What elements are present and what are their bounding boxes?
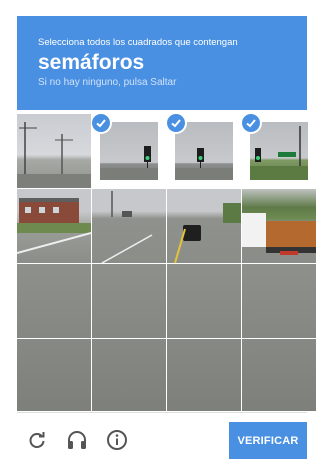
grid-tile[interactable] [242, 189, 316, 263]
grid-tile[interactable] [17, 114, 91, 188]
challenge-instruction: Selecciona todos los cuadrados que conte… [38, 37, 238, 48]
grid-tile[interactable] [242, 339, 316, 411]
grid-tile[interactable] [92, 114, 166, 188]
image-grid [17, 114, 317, 411]
footer-divider [17, 412, 307, 413]
grid-tile[interactable] [167, 189, 241, 263]
verify-button[interactable]: VERIFICAR [229, 422, 307, 459]
grid-tile[interactable] [242, 114, 316, 188]
grid-tile[interactable] [92, 339, 166, 411]
grid-tile[interactable] [167, 339, 241, 411]
grid-tile[interactable] [167, 264, 241, 338]
grid-tile[interactable] [17, 264, 91, 338]
captcha-challenge: Selecciona todos los cuadrados que conte… [0, 0, 317, 459]
grid-tile[interactable] [92, 264, 166, 338]
grid-tile[interactable] [17, 189, 91, 263]
challenge-hint: Si no hay ninguno, pulsa Saltar [38, 77, 177, 88]
grid-tile[interactable] [167, 114, 241, 188]
grid-tile[interactable] [17, 339, 91, 411]
headphones-icon[interactable] [66, 429, 88, 451]
grid-tile[interactable] [92, 189, 166, 263]
challenge-header: Selecciona todos los cuadrados que conte… [17, 16, 307, 110]
reload-icon[interactable] [26, 429, 48, 451]
challenge-target: semáforos [38, 51, 145, 74]
info-icon[interactable] [106, 429, 128, 451]
grid-tile[interactable] [242, 264, 316, 338]
